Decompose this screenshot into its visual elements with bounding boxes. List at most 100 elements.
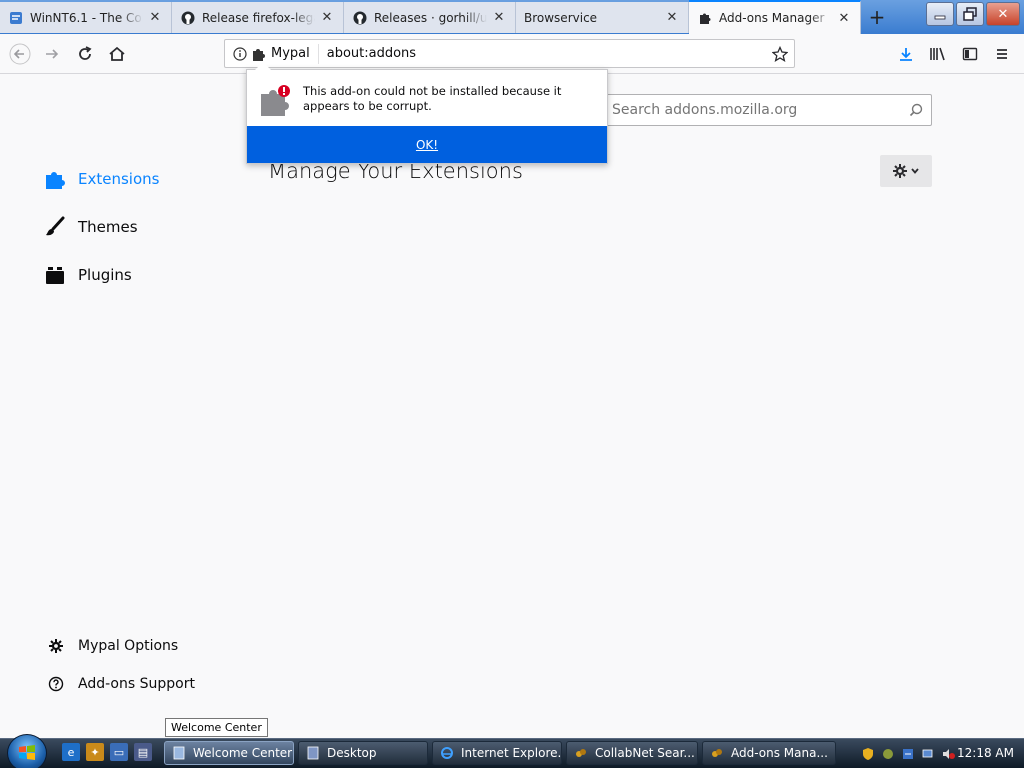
info-icon xyxy=(233,46,247,61)
install-error-popup: This add-on could not be installed becau… xyxy=(246,62,608,164)
taskbar-internet-explorer[interactable]: Internet Explore... xyxy=(432,741,562,765)
tab-label: WinNT6.1 - The Coll xyxy=(30,10,143,25)
tab-firefox-legacy[interactable]: Release firefox-legac ✕ xyxy=(172,2,344,33)
close-tab-icon[interactable]: ✕ xyxy=(836,10,852,26)
tab-label: Add-ons Manager xyxy=(719,11,825,25)
sidebar-item-plugins[interactable]: Plugins xyxy=(42,251,159,299)
puzzle-icon xyxy=(42,166,68,192)
tab-label: Browservice xyxy=(524,10,598,25)
start-button[interactable] xyxy=(7,734,47,768)
new-tab-button[interactable]: + xyxy=(864,4,890,30)
library-button[interactable] xyxy=(924,40,952,68)
volume-muted-icon[interactable] xyxy=(940,746,956,762)
search-input[interactable] xyxy=(612,102,909,118)
action-center-icon[interactable] xyxy=(900,746,916,762)
ok-button[interactable]: OK! xyxy=(247,126,607,163)
tab-browservice[interactable]: Browservice ✕ xyxy=(516,2,689,33)
minimize-icon[interactable] xyxy=(926,2,954,26)
reload-icon xyxy=(79,46,92,60)
addons-content: Extensions Themes Plugins Manage Your Ex… xyxy=(0,75,1024,738)
taskbar-welcome-center[interactable]: Welcome Center xyxy=(164,741,294,765)
popup-arrow xyxy=(255,62,271,70)
site-identity[interactable]: Mypal xyxy=(225,43,319,64)
home-button[interactable] xyxy=(103,40,131,68)
internet-explorer-icon[interactable]: e xyxy=(62,743,80,761)
footer-link-label: Add-ons Support xyxy=(78,676,195,692)
taskbar-addons-manager[interactable]: Add-ons Mana... xyxy=(702,741,836,765)
tools-menu-button[interactable] xyxy=(880,155,932,187)
search-box[interactable] xyxy=(603,94,932,126)
help-icon xyxy=(46,676,66,692)
tab-ublock-releases[interactable]: Releases · gorhill/uBl ✕ xyxy=(344,2,516,33)
show-desktop-icon[interactable]: ▭ xyxy=(110,743,128,761)
collabnet-icon xyxy=(573,745,589,761)
taskbar-button-label: CollabNet Sear... xyxy=(595,746,695,760)
windows-logo-icon xyxy=(19,745,35,760)
menu-button[interactable] xyxy=(988,40,1016,68)
sidebar-button[interactable] xyxy=(956,40,984,68)
window-icon xyxy=(171,745,187,761)
close-tab-icon[interactable]: ✕ xyxy=(664,10,680,26)
puzzle-icon xyxy=(253,48,265,61)
tab-winnt[interactable]: WinNT6.1 - The Coll ✕ xyxy=(0,2,172,33)
github-icon xyxy=(352,10,368,26)
desktop-icon xyxy=(305,745,321,761)
tab-label: Release firefox-legac xyxy=(202,10,315,25)
taskbar-collabnet[interactable]: CollabNet Sear... xyxy=(566,741,698,765)
sidebar-item-label: Themes xyxy=(78,218,138,236)
chevron-down-icon xyxy=(911,168,919,174)
sidebar-item-label: Plugins xyxy=(78,266,132,284)
internet-explorer-icon xyxy=(439,745,455,761)
taskbar-desktop[interactable]: Desktop xyxy=(298,741,428,765)
collabnet-icon[interactable]: ✦ xyxy=(86,743,104,761)
close-tab-icon[interactable]: ✕ xyxy=(147,10,163,26)
toolbar-right xyxy=(892,40,1016,68)
close-tab-icon[interactable]: ✕ xyxy=(319,10,335,26)
taskbar-tooltip: Welcome Center xyxy=(165,718,268,737)
home-icon xyxy=(109,46,125,61)
addons-support-link[interactable]: Add-ons Support xyxy=(46,665,195,703)
downloads-button[interactable] xyxy=(892,40,920,68)
nav-bar: Mypal about:addons xyxy=(0,34,1024,74)
bookmark-star-icon[interactable] xyxy=(766,45,794,62)
reload-button[interactable] xyxy=(71,40,99,68)
restore-icon[interactable] xyxy=(956,2,984,26)
forward-button[interactable] xyxy=(38,40,66,68)
footer-links: Mypal Options Add-ons Support xyxy=(46,627,195,703)
collabnet-tray-icon[interactable] xyxy=(880,746,896,762)
tab-strip: WinNT6.1 - The Coll ✕ Release firefox-le… xyxy=(0,0,1024,34)
close-window-icon[interactable]: ✕ xyxy=(986,2,1020,26)
window-controls: ✕ xyxy=(926,2,1020,26)
sidebar-item-label: Extensions xyxy=(78,170,160,188)
security-shield-icon[interactable] xyxy=(860,746,876,762)
mypal-options-link[interactable]: Mypal Options xyxy=(46,627,195,665)
back-button[interactable] xyxy=(6,40,34,68)
close-tab-icon[interactable]: ✕ xyxy=(491,10,507,26)
network-icon[interactable] xyxy=(920,746,936,762)
tab-addons-manager[interactable]: Add-ons Manager ✕ xyxy=(689,0,861,34)
gear-icon xyxy=(893,164,907,178)
taskbar-button-label: Welcome Center xyxy=(193,746,293,760)
switch-windows-icon[interactable]: ▤ xyxy=(134,743,152,761)
url-bar[interactable]: Mypal about:addons xyxy=(224,39,795,68)
taskbar-button-label: Desktop xyxy=(327,746,377,760)
download-icon xyxy=(900,48,912,61)
taskbar-clock[interactable]: 12:18 AM xyxy=(957,746,1014,760)
github-icon xyxy=(180,10,196,26)
quick-launch: e ✦ ▭ ▤ xyxy=(62,743,152,761)
puzzle-icon xyxy=(697,10,713,26)
error-message: This add-on could not be installed becau… xyxy=(303,84,562,113)
sidebar-item-themes[interactable]: Themes xyxy=(42,203,159,251)
back-arrow-icon xyxy=(9,43,31,65)
mypal-icon xyxy=(709,745,725,761)
library-icon xyxy=(930,47,945,61)
footer-link-label: Mypal Options xyxy=(78,638,179,654)
page-icon xyxy=(8,10,24,26)
plugin-icon xyxy=(42,262,68,288)
sidebar-icon xyxy=(962,47,978,61)
url-text[interactable]: about:addons xyxy=(319,46,766,61)
tab-label: Releases · gorhill/uBl xyxy=(374,10,487,25)
sidebar-item-extensions[interactable]: Extensions xyxy=(42,155,159,203)
gear-icon xyxy=(46,638,66,654)
taskbar: e ✦ ▭ ▤ Welcome Center Desktop Internet … xyxy=(0,734,1024,768)
